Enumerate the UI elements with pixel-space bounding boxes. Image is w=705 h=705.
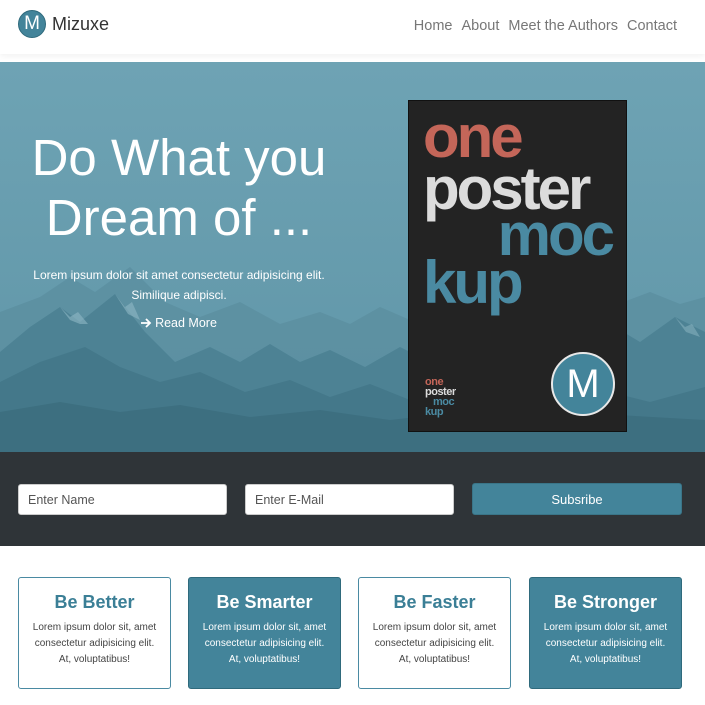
- hero-title-line-1: Do What you: [31, 129, 327, 186]
- feature-card-text: Lorem ipsum dolor sit, amet consectetur …: [372, 622, 497, 665]
- feature-card-text: Lorem ipsum dolor sit, amet consectetur …: [543, 622, 668, 665]
- read-more-label: Read More: [155, 316, 217, 330]
- read-more-link[interactable]: Read More: [0, 316, 358, 330]
- navbar: M Mizuxe Home About Meet the Authors Con…: [0, 0, 705, 54]
- poster-mini-kup: kup: [425, 406, 444, 418]
- subscribe-section: Subsribe: [0, 452, 705, 546]
- brand-name[interactable]: Mizuxe: [52, 14, 109, 35]
- arrow-right-icon: [141, 318, 152, 328]
- main-nav: Home About Meet the Authors Contact: [414, 18, 677, 34]
- nav-home[interactable]: Home: [414, 18, 453, 34]
- hero-description-line-2: Similique adipisci.: [131, 288, 227, 302]
- nav-about[interactable]: About: [461, 18, 499, 34]
- nav-contact[interactable]: Contact: [627, 18, 677, 34]
- feature-card-text: Lorem ipsum dolor sit, amet consectetur …: [202, 622, 327, 665]
- poster-logo-badge: M: [551, 352, 615, 416]
- feature-card-be-smarter: Be Smarter Lorem ipsum dolor sit, amet c…: [188, 577, 341, 689]
- brand[interactable]: M Mizuxe: [18, 10, 109, 38]
- poster-mini-logo: one poster moc kup: [425, 377, 456, 418]
- feature-card-text: Lorem ipsum dolor sit, amet consectetur …: [32, 622, 157, 665]
- poster-mockup: one poster moc kup one poster moc kup M: [408, 100, 627, 432]
- feature-card-title: Be Smarter: [216, 592, 313, 612]
- feature-card-be-stronger: Be Stronger Lorem ipsum dolor sit, amet …: [529, 577, 682, 689]
- name-input[interactable]: [18, 484, 227, 515]
- feature-card-be-faster: Be Faster Lorem ipsum dolor sit, amet co…: [358, 577, 511, 689]
- feature-card-title: Be Faster: [393, 592, 476, 612]
- hero-section: Do What you Dream of ... Lorem ipsum dol…: [0, 62, 705, 452]
- hero-title-line-2: Dream of ...: [45, 189, 313, 246]
- feature-card-be-better: Be Better Lorem ipsum dolor sit, amet co…: [18, 577, 171, 689]
- feature-card-title: Be Better: [54, 592, 135, 612]
- features-section: Be Better Lorem ipsum dolor sit, amet co…: [0, 546, 705, 705]
- poster-word-kup: kup: [423, 249, 524, 316]
- hero-description: Lorem ipsum dolor sit amet consectetur a…: [20, 265, 338, 305]
- feature-card-title: Be Stronger: [553, 592, 658, 612]
- hero-description-line-1: Lorem ipsum dolor sit amet consectetur a…: [33, 268, 325, 282]
- nav-meet-the-authors[interactable]: Meet the Authors: [508, 18, 618, 34]
- brand-logo[interactable]: M: [18, 10, 46, 38]
- email-input[interactable]: [245, 484, 454, 515]
- hero-title: Do What you Dream of ...: [0, 128, 358, 248]
- subscribe-button[interactable]: Subsribe: [472, 483, 682, 515]
